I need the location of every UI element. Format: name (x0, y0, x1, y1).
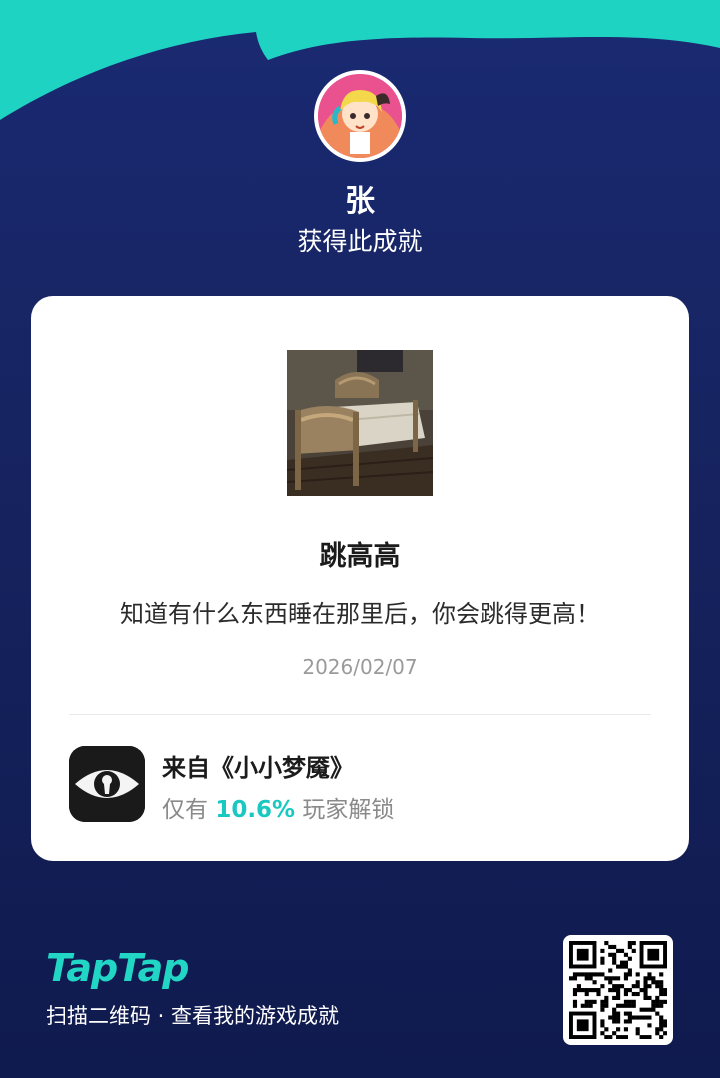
game-icon[interactable] (69, 746, 145, 822)
game-source-label[interactable]: 来自《小小梦魇》 (162, 748, 354, 783)
achievement-date: 2026/02/07 (302, 655, 418, 679)
qr-code[interactable] (563, 935, 673, 1045)
avatar-image (318, 74, 402, 158)
taptap-logo: TapTap (46, 946, 190, 990)
user-avatar[interactable] (314, 70, 406, 162)
achievement-subtitle: 获得此成就 (297, 227, 423, 256)
achievement-card: 跳高高 知道有什么东西睡在那里后，你会跳得更高！ 2026/02/07 来自《小… (31, 296, 689, 861)
achievement-description: 知道有什么东西睡在那里后，你会跳得更高！ (120, 600, 600, 628)
achievement-image (287, 350, 433, 496)
unlock-rate: 仅有 10.6% 玩家解锁 (162, 790, 394, 824)
unlock-percent: 10.6% (215, 797, 296, 823)
footer-cta: 扫描二维码 · 查看我的游戏成就 (46, 1004, 340, 1028)
username: 张 (345, 184, 375, 219)
eye-keyhole-icon (69, 746, 145, 822)
unlock-suffix: 玩家解锁 (302, 797, 395, 823)
achievement-title: 跳高高 (319, 541, 401, 572)
unlock-prefix: 仅有 (162, 797, 208, 823)
qr-code-image (569, 941, 668, 1040)
card-divider (69, 714, 651, 715)
